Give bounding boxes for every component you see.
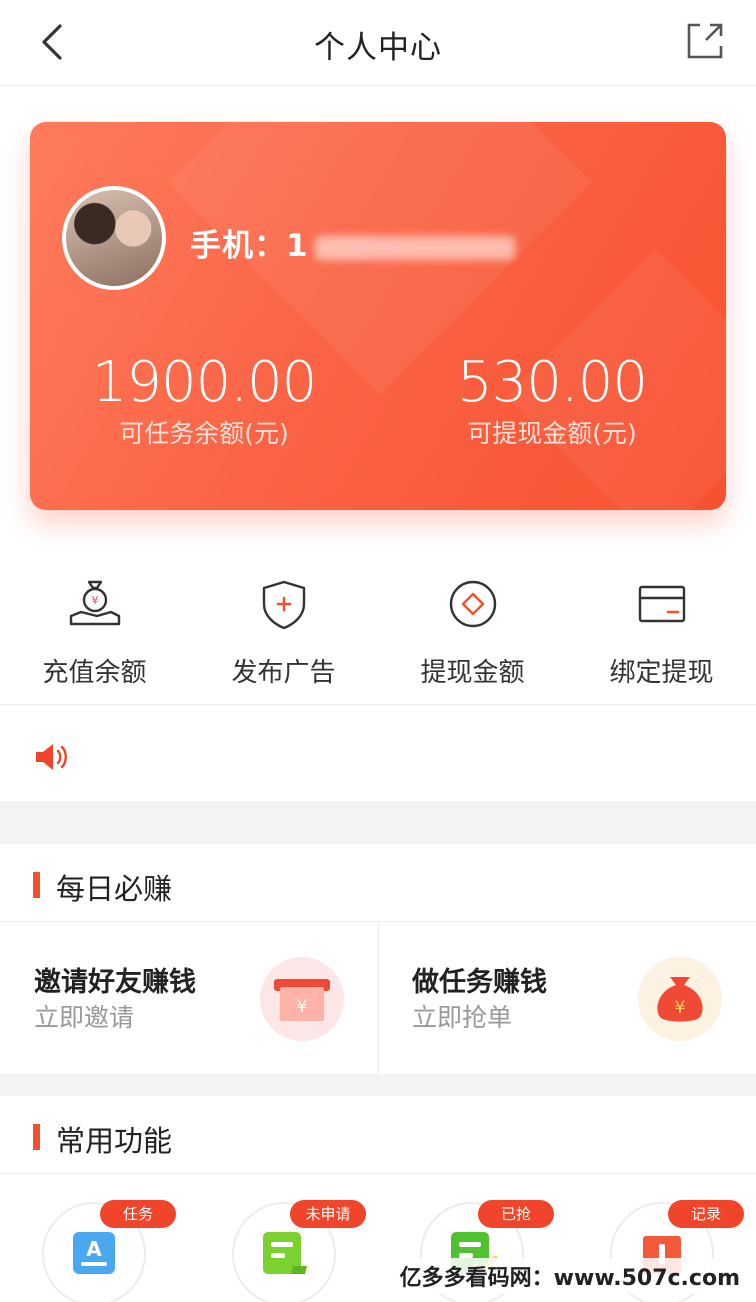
share-icon[interactable] (684, 20, 726, 62)
phone-number: 手机：1 (190, 220, 515, 265)
quick-actions: ¥ 充值余额 发布广告 提现金额 绑定提现 (0, 570, 756, 700)
section-gap (0, 801, 756, 844)
feature-task[interactable]: A 任务 (42, 1200, 176, 1302)
red-envelope-icon: ¥ (274, 979, 330, 1021)
recharge-label: 充值余额 (42, 658, 147, 688)
section-accent-bar (33, 872, 40, 898)
tasks-title: 做任务赚钱 (412, 967, 547, 998)
withdraw-amount-label: 提现金额 (420, 658, 525, 688)
card-icon (638, 585, 685, 623)
feature-tag: 未申请 (290, 1200, 366, 1228)
daily-earn-header: 每日必赚 (0, 844, 756, 922)
svg-text:A: A (86, 1237, 102, 1261)
top-nav-bar: 个人中心 (0, 0, 756, 86)
daily-earn-cards: 邀请好友赚钱 立即邀请 ¥ 做任务赚钱 立即抢单 ¥ (0, 922, 756, 1074)
balance-card: 手机：1 1900.00 可任务余额(元) 530.00 可提现金额(元) (30, 122, 726, 510)
feature-tag: 记录 (668, 1200, 744, 1228)
speaker-icon (36, 744, 67, 770)
publish-ad-label: 发布广告 (231, 658, 336, 688)
svg-text:¥: ¥ (91, 594, 98, 607)
withdrawable-amount: 530.00 (457, 350, 648, 415)
recharge-button[interactable]: ¥ 充值余额 (0, 570, 189, 700)
feature-tag: 任务 (100, 1200, 176, 1228)
feature-tag: 已抢 (478, 1200, 554, 1228)
invite-title: 邀请好友赚钱 (34, 967, 196, 998)
bind-withdraw-label: 绑定提现 (609, 658, 714, 688)
money-bag-hand-icon: ¥ (69, 580, 120, 626)
document-icon (263, 1232, 307, 1274)
watermark-text: 亿多多看码网：www.507c.com (395, 1258, 744, 1294)
bind-withdraw-button[interactable]: 绑定提现 (567, 570, 756, 700)
invite-friends-card[interactable]: 邀请好友赚钱 立即邀请 ¥ (0, 922, 378, 1074)
publish-ad-button[interactable]: 发布广告 (189, 570, 378, 700)
task-balance-label: 可任务余额(元) (119, 419, 289, 448)
svg-text:¥: ¥ (297, 997, 308, 1017)
task-icon: A (73, 1232, 115, 1274)
tasks-subtitle: 立即抢单 (412, 1003, 513, 1032)
avatar[interactable] (62, 186, 166, 290)
money-bag-icon: ¥ (657, 977, 703, 1022)
invite-subtitle: 立即邀请 (34, 1003, 135, 1032)
phone-visible-digit: 1 (286, 228, 309, 264)
withdraw-amount-button[interactable]: 提现金额 (378, 570, 567, 700)
svg-text:¥: ¥ (675, 998, 686, 1018)
section-accent-bar (33, 1124, 40, 1150)
section-gap (0, 1074, 756, 1096)
feature-unapplied[interactable]: 未申请 (232, 1200, 366, 1302)
task-balance-amount: 1900.00 (91, 350, 318, 415)
diamond-circle-icon (449, 580, 496, 628)
shield-plus-icon (262, 580, 305, 630)
tasks-icon-circle: ¥ (638, 957, 722, 1041)
daily-earn-title: 每日必赚 (56, 872, 173, 906)
phone-mask (314, 235, 515, 260)
common-features-title: 常用功能 (56, 1124, 173, 1158)
phone-label: 手机： (190, 228, 286, 264)
notice-bar[interactable] (0, 705, 756, 801)
invite-icon-circle: ¥ (260, 957, 344, 1041)
withdrawable-label: 可提现金额(元) (467, 419, 637, 448)
page-title: 个人中心 (314, 30, 442, 66)
do-tasks-card[interactable]: 做任务赚钱 立即抢单 ¥ (378, 922, 756, 1074)
common-features-header: 常用功能 (0, 1096, 756, 1174)
